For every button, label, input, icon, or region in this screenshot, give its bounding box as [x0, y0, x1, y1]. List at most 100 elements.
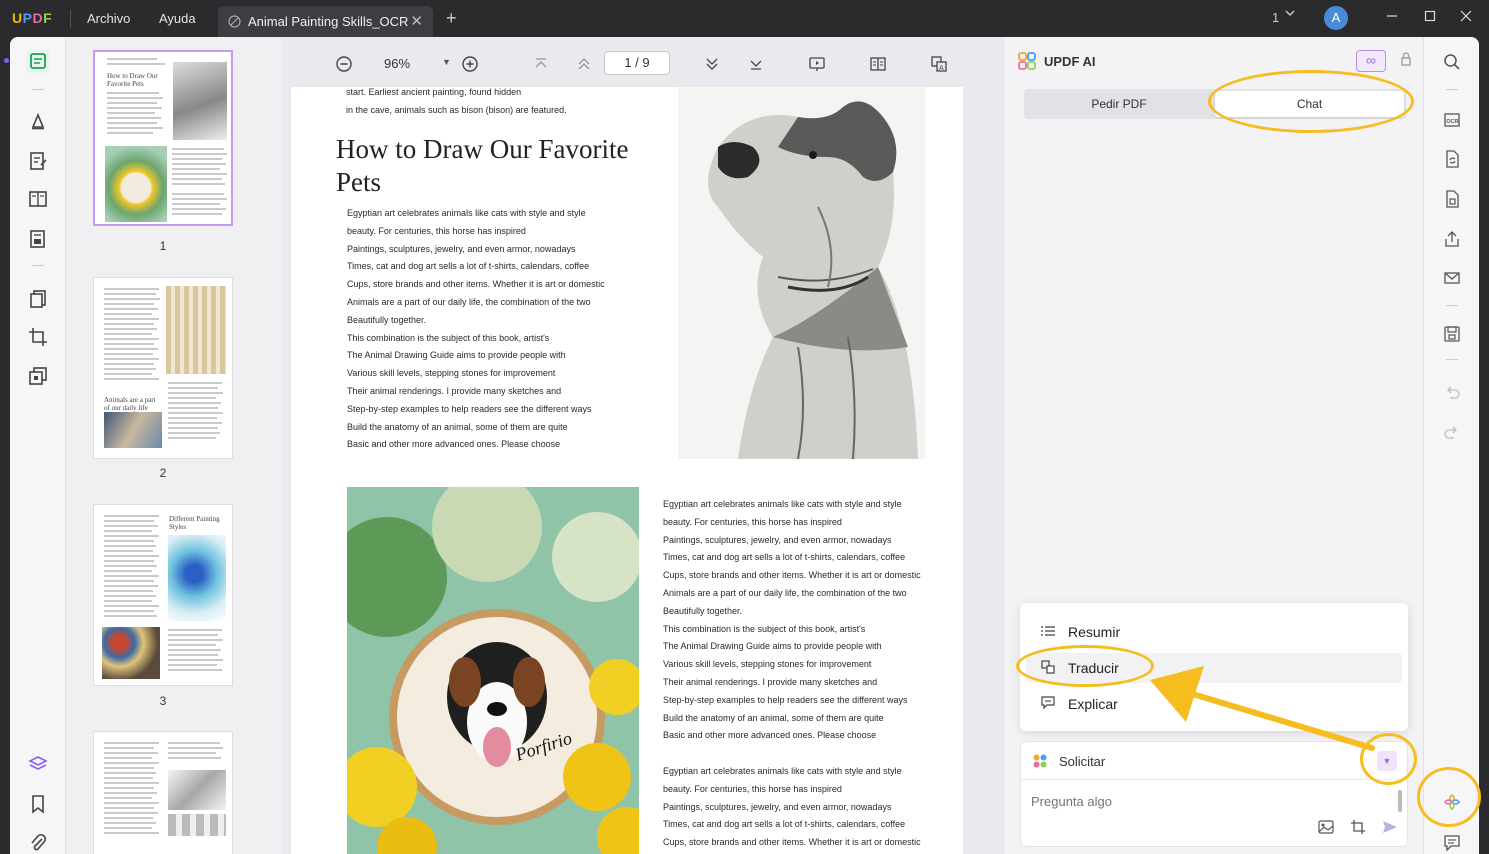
presentation-icon[interactable]: [806, 53, 828, 75]
doc-title: How to Draw Our Favorite Pets: [336, 134, 629, 197]
thumbnail-page-1[interactable]: How to Draw Our Favorite Pets: [93, 50, 233, 226]
page-layout-icon[interactable]: [26, 187, 50, 211]
crop-icon[interactable]: [26, 325, 50, 349]
prompt-menu: Resumir Traducir Explicar: [1020, 603, 1408, 731]
doc-line: Paintings, sculptures, jewelry, and even…: [663, 801, 892, 812]
doc-top-text: start. Earliest ancient painting, found …: [346, 87, 567, 123]
thumb-caption: Animals are a part of our daily life: [104, 396, 156, 412]
tab-pedir-pdf[interactable]: Pedir PDF: [1026, 91, 1212, 117]
right-tool-rail: OCR: [1423, 37, 1479, 854]
first-page-icon[interactable]: [530, 53, 552, 75]
thumbnail-panel: How to Draw Our Favorite Pets 1 Animals …: [66, 37, 281, 854]
comment-icon[interactable]: [1441, 832, 1463, 854]
thumb-paints: [102, 627, 160, 679]
screenshot-crop-icon[interactable]: [1349, 818, 1367, 836]
doc-line: Animals are a part of our daily life, th…: [663, 587, 907, 598]
doc-line: The Animal Drawing Guide aims to provide…: [347, 350, 566, 361]
compress-icon[interactable]: [1441, 188, 1463, 210]
close-tab-icon[interactable]: ✕: [410, 12, 423, 30]
explain-chat-icon: [1040, 696, 1056, 712]
updf-logo: UPDF: [12, 10, 53, 26]
prev-page-icon[interactable]: [573, 53, 595, 75]
translate-icon[interactable]: A: [928, 53, 950, 75]
redo-icon[interactable]: [1441, 421, 1463, 443]
doc-line: Cups, store brands and other items. Whet…: [663, 570, 921, 581]
prompt-dropdown-icon[interactable]: ▼: [1377, 751, 1397, 771]
maximize-icon[interactable]: [1420, 7, 1440, 27]
doc-line: Build the anatomy of an animal, some of …: [347, 421, 568, 432]
next-page-icon[interactable]: [701, 53, 723, 75]
doc-body-left: Egyptian art celebrates animals like cat…: [347, 208, 605, 457]
menu-item-traducir[interactable]: Traducir: [1026, 653, 1402, 683]
menu-archivo[interactable]: Archivo: [87, 11, 130, 26]
thumb-page-number: 1: [159, 239, 167, 253]
doc-line: beauty. For centuries, this horse has in…: [663, 783, 842, 794]
doc-line: Times, cat and dog art sells a lot of t-…: [663, 819, 906, 830]
thumb-watercolor: [168, 535, 226, 621]
form-icon[interactable]: [26, 227, 50, 251]
send-icon[interactable]: [1381, 818, 1399, 836]
titlebar-divider: [70, 10, 71, 28]
rail-divider: [32, 265, 44, 266]
close-window-icon[interactable]: [1456, 7, 1476, 27]
bookmark-icon[interactable]: [26, 792, 50, 816]
menu-item-explicar[interactable]: Explicar: [1026, 689, 1402, 719]
doc-line: Paintings, sculptures, jewelry, and even…: [663, 534, 892, 545]
doc-line: start. Earliest ancient painting, found …: [346, 87, 522, 97]
page-view-icon[interactable]: [867, 53, 889, 75]
add-tab-icon[interactable]: +: [446, 8, 457, 29]
image-upload-icon[interactable]: [1317, 818, 1335, 836]
last-page-icon[interactable]: [745, 53, 767, 75]
doc-line: Beautifully together.: [347, 314, 427, 325]
chevron-down-icon[interactable]: [1284, 7, 1296, 22]
tab-chat[interactable]: Chat: [1215, 91, 1404, 117]
menu-item-label: Traducir: [1068, 660, 1119, 676]
reader-mode-icon[interactable]: [26, 49, 50, 73]
layers-icon[interactable]: [26, 752, 50, 776]
thumb-sketch-row: [168, 814, 226, 836]
zoom-level[interactable]: 96%: [384, 56, 410, 71]
updf-ai-icon[interactable]: [1441, 791, 1463, 813]
prompt-selector[interactable]: Solicitar ▼: [1021, 742, 1409, 780]
menu-item-label: Resumir: [1068, 624, 1121, 640]
zoom-in-icon[interactable]: [459, 53, 481, 75]
search-icon[interactable]: [1441, 51, 1463, 73]
doc-body-right: Egyptian art celebrates animals like cat…: [663, 499, 921, 748]
user-avatar[interactable]: A: [1324, 6, 1348, 30]
ask-input[interactable]: [1031, 794, 1391, 809]
save-icon[interactable]: [1441, 323, 1463, 345]
zoom-dropdown-icon[interactable]: ▼: [442, 57, 451, 67]
document-tab[interactable]: Animal Painting Skills_OCR ✕: [218, 6, 433, 37]
doc-line: Basic and other more advanced ones. Plea…: [663, 730, 877, 741]
indicator-dot: [4, 58, 9, 63]
window-count[interactable]: 1: [1272, 10, 1279, 25]
doc-line: Step-by-step examples to help readers se…: [663, 694, 908, 705]
page-indicator[interactable]: 1 / 9: [604, 51, 670, 75]
undo-icon[interactable]: [1441, 381, 1463, 403]
minimize-icon[interactable]: [1382, 7, 1402, 27]
zoom-out-icon[interactable]: [333, 53, 355, 75]
ocr-icon[interactable]: OCR: [1441, 109, 1463, 131]
organize-pages-icon[interactable]: [26, 287, 50, 311]
menu-ayuda[interactable]: Ayuda: [159, 11, 196, 26]
attachment-icon[interactable]: [26, 831, 50, 854]
doc-line: Basic and other more advanced ones. Plea…: [347, 439, 561, 450]
thumb-page-number: 3: [159, 694, 167, 708]
comment-highlight-icon[interactable]: [26, 109, 50, 133]
ai-input-area: Solicitar ▼: [1020, 741, 1409, 847]
thumb-title: How to Draw Our Favorite Pets: [107, 72, 158, 88]
pin-icon[interactable]: [1400, 51, 1412, 70]
menu-item-resumir[interactable]: Resumir: [1026, 617, 1402, 647]
mail-icon[interactable]: [1441, 267, 1463, 289]
share-icon[interactable]: [1441, 228, 1463, 250]
input-scrollbar[interactable]: [1398, 790, 1402, 812]
list-icon: [1040, 625, 1056, 640]
thumbnail-page-3[interactable]: Different Painting Styles: [93, 504, 233, 686]
unlimited-badge[interactable]: ∞: [1356, 50, 1386, 72]
protect-icon[interactable]: [26, 364, 50, 388]
doc-line: Cups, store brands and other items. Whet…: [663, 837, 921, 848]
thumbnail-page-4[interactable]: [93, 731, 233, 854]
thumbnail-page-2[interactable]: Animals are a part of our daily life: [93, 277, 233, 459]
convert-icon[interactable]: [1441, 148, 1463, 170]
edit-pdf-icon[interactable]: [26, 149, 50, 173]
